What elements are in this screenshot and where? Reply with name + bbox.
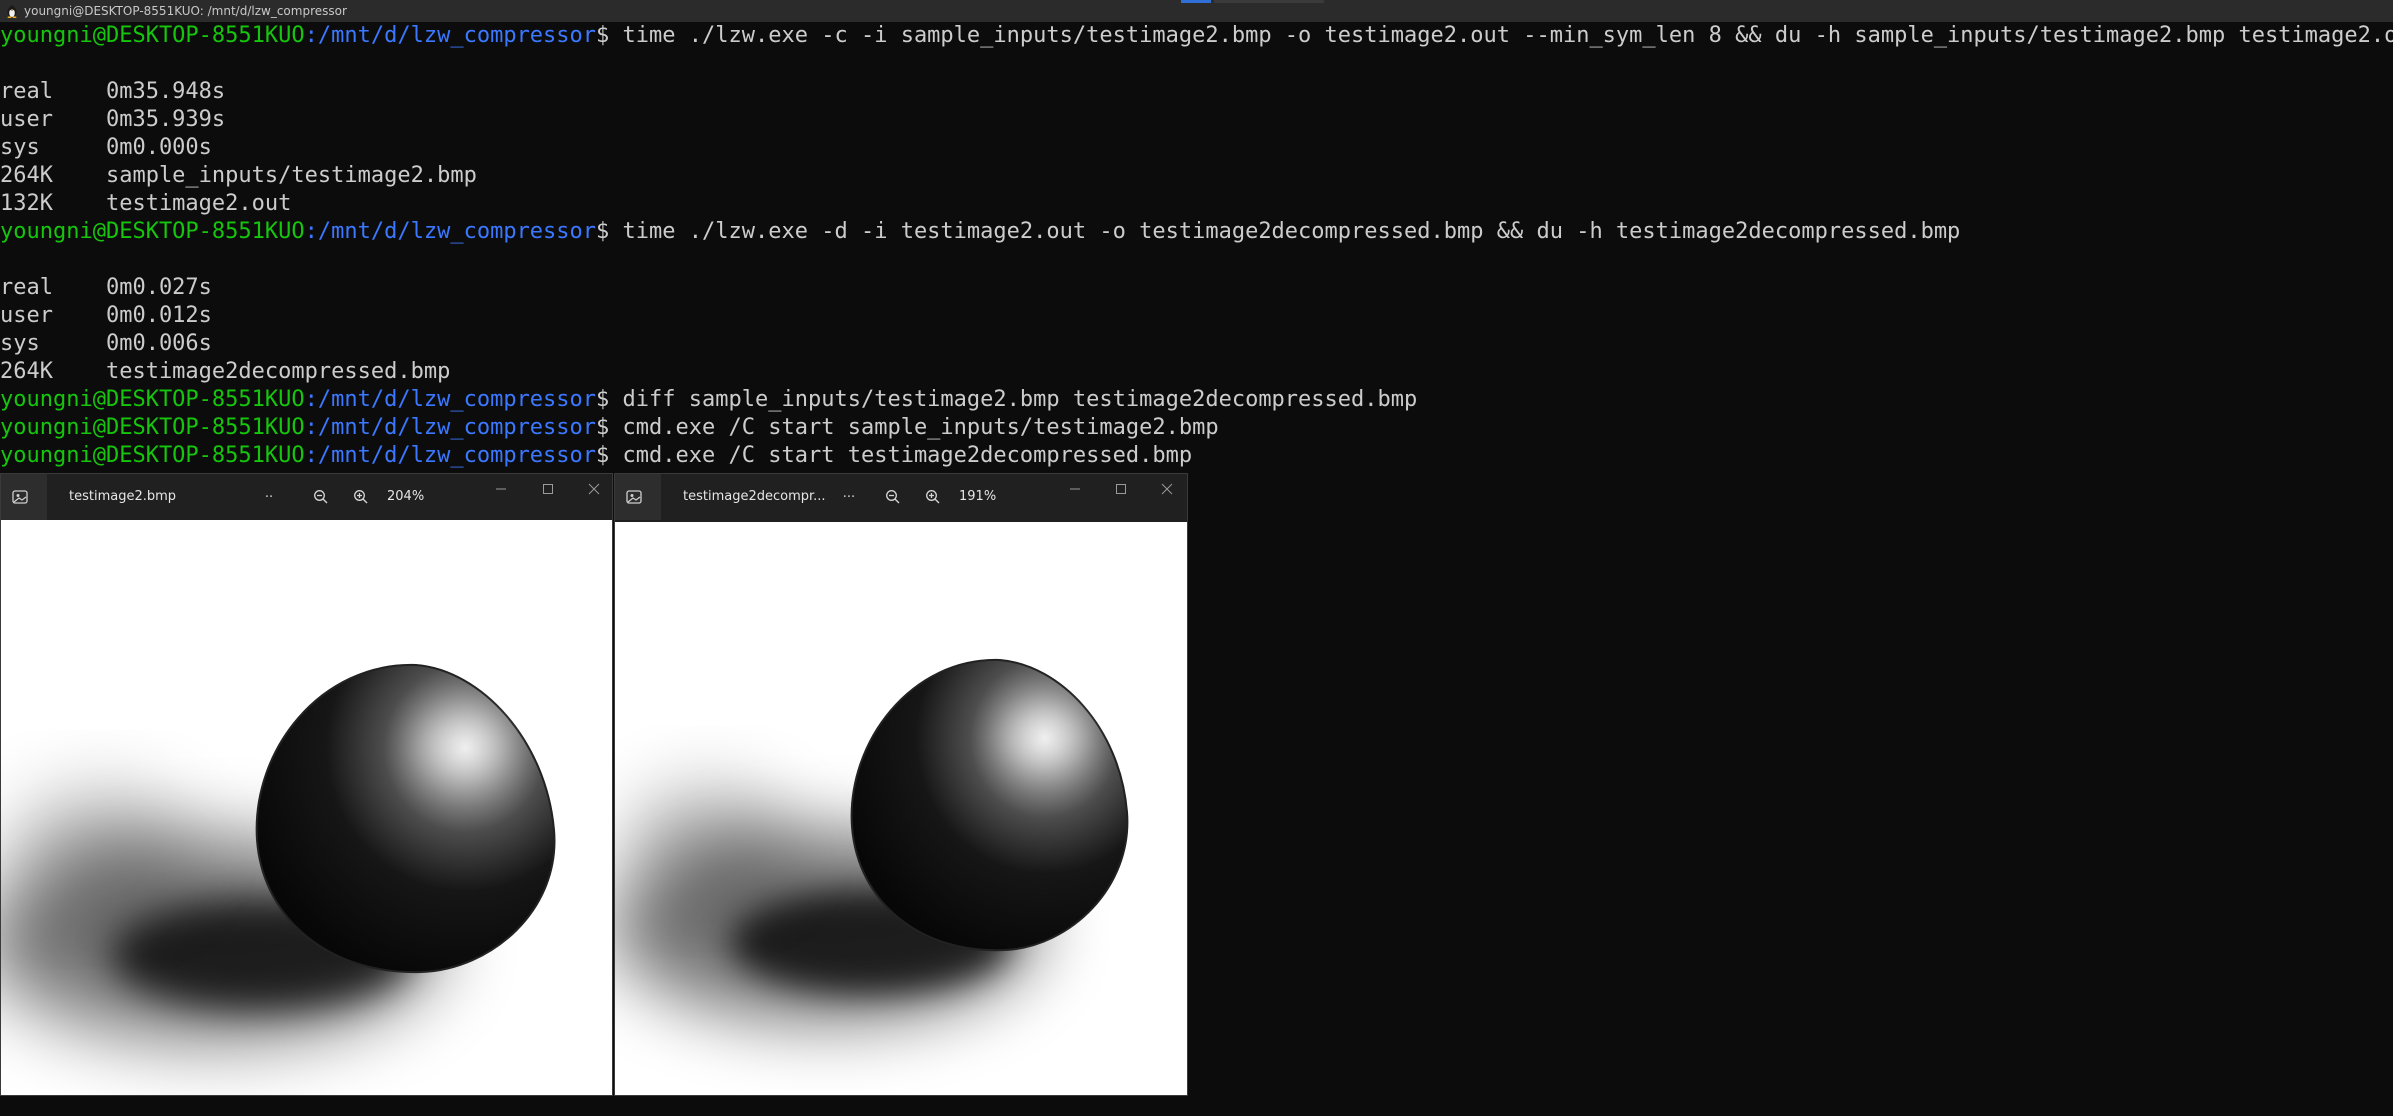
maximize-icon: [1116, 484, 1126, 494]
close-icon: [588, 483, 600, 495]
output-text: 264K testimage2decompressed.bmp: [0, 359, 451, 384]
photos-app-icon: [626, 490, 642, 504]
output-text: 132K testimage2.out: [0, 191, 292, 216]
terminal-output-line: real 0m0.027s: [0, 274, 2393, 302]
command-text: time ./lzw.exe -d -i testimage2.out -o t…: [622, 219, 1961, 244]
minimize-icon: [496, 488, 506, 490]
maximize-button[interactable]: [528, 476, 568, 502]
command-text: cmd.exe /C start sample_inputs/testimage…: [622, 415, 1219, 440]
terminal-output-line: real 0m35.948s: [0, 78, 2393, 106]
zoom-in-icon: [354, 490, 368, 504]
prompt-user-host: youngni@DESKTOP-8551KUO: [0, 387, 305, 412]
prompt-user-host: youngni@DESKTOP-8551KUO: [0, 219, 305, 244]
photo-viewer-window-decompressed[interactable]: testimage2decompr... ··· 191%: [614, 473, 1188, 1096]
output-text: 264K sample_inputs/testimage2.bmp: [0, 163, 477, 188]
command-text: cmd.exe /C start testimage2decompressed.…: [622, 443, 1193, 468]
terminal-prompt-line: youngni@DESKTOP-8551KUO:/mnt/d/lzw_compr…: [0, 218, 2393, 246]
zoom-out-button[interactable]: [879, 484, 907, 510]
window-title: youngni@DESKTOP-8551KUO: /mnt/d/lzw_comp…: [24, 4, 347, 18]
terminal-output-line: 264K testimage2decompressed.bmp: [0, 358, 2393, 386]
sphere-image: [615, 658, 1129, 1022]
zoom-level[interactable]: 204%: [387, 489, 424, 504]
viewer-file-name: testimage2.bmp: [69, 489, 177, 504]
command-text: time ./lzw.exe -c -i sample_inputs/testi…: [622, 23, 2393, 48]
terminal-output-line: sys 0m0.006s: [0, 330, 2393, 358]
terminal-output-line: user 0m0.012s: [0, 302, 2393, 330]
prompt-symbol: $: [596, 387, 623, 412]
more-options-label: ··: [264, 489, 274, 505]
zoom-in-icon: [926, 490, 940, 504]
close-button[interactable]: [574, 476, 614, 502]
prompt-symbol: $: [596, 443, 623, 468]
zoom-in-button[interactable]: [347, 484, 375, 510]
viewer-file-name: testimage2decompr...: [683, 489, 826, 504]
zoom-out-icon: [314, 490, 328, 504]
prompt-path: :/mnt/d/lzw_compressor: [304, 219, 597, 244]
maximize-button[interactable]: [1101, 476, 1141, 502]
viewer-title-bar[interactable]: testimage2.bmp ·· 204%: [1, 474, 612, 520]
prompt-symbol: $: [596, 23, 623, 48]
output-text: sys 0m0.006s: [0, 331, 212, 356]
prompt-path: :/mnt/d/lzw_compressor: [304, 387, 597, 412]
more-options-button[interactable]: ···: [835, 484, 863, 510]
more-options-button[interactable]: ··: [255, 484, 283, 510]
terminal-prompt-line: youngni@DESKTOP-8551KUO:/mnt/d/lzw_compr…: [0, 442, 2393, 470]
maximize-icon: [543, 484, 553, 494]
prompt-user-host: youngni@DESKTOP-8551KUO: [0, 23, 305, 48]
output-text: user 0m0.012s: [0, 303, 212, 328]
zoom-out-button[interactable]: [307, 484, 335, 510]
close-button[interactable]: [1147, 476, 1187, 502]
terminal-title-bar: youngni@DESKTOP-8551KUO: /mnt/d/lzw_comp…: [0, 0, 2393, 22]
terminal-output-line: sys 0m0.000s: [0, 134, 2393, 162]
prompt-user-host: youngni@DESKTOP-8551KUO: [0, 415, 305, 440]
image-canvas[interactable]: [1, 520, 612, 1095]
active-tab-indicator[interactable]: [1181, 0, 1211, 3]
minimize-icon: [1070, 488, 1080, 490]
command-text: diff sample_inputs/testimage2.bmp testim…: [622, 387, 1418, 412]
photo-viewer-window-original[interactable]: testimage2.bmp ·· 204%: [0, 473, 613, 1096]
terminal-prompt-line: youngni@DESKTOP-8551KUO:/mnt/d/lzw_compr…: [0, 386, 2393, 414]
terminal-prompt-line: youngni@DESKTOP-8551KUO:/mnt/d/lzw_compr…: [0, 22, 2393, 50]
output-text: user 0m35.939s: [0, 107, 226, 132]
prompt-path: :/mnt/d/lzw_compressor: [304, 23, 597, 48]
zoom-out-icon: [886, 490, 900, 504]
terminal-prompt-line: youngni@DESKTOP-8551KUO:/mnt/d/lzw_compr…: [0, 414, 2393, 442]
sphere-image: [1, 663, 556, 1040]
tab-strip[interactable]: [1214, 0, 1324, 3]
output-text: real 0m0.027s: [0, 275, 212, 300]
zoom-in-button[interactable]: [919, 484, 947, 510]
linux-penguin-icon: [7, 5, 17, 18]
prompt-path: :/mnt/d/lzw_compressor: [304, 415, 597, 440]
more-options-label: ···: [842, 489, 856, 505]
viewer-title-bar[interactable]: testimage2decompr... ··· 191%: [615, 474, 1187, 520]
prompt-symbol: $: [596, 415, 623, 440]
image-canvas[interactable]: [615, 522, 1187, 1095]
prompt-symbol: $: [596, 219, 623, 244]
output-text: real 0m35.948s: [0, 79, 226, 104]
minimize-button[interactable]: [1055, 476, 1095, 502]
prompt-path: :/mnt/d/lzw_compressor: [304, 443, 597, 468]
photos-app-icon: [12, 490, 28, 504]
close-icon: [1161, 483, 1173, 495]
terminal-output[interactable]: youngni@DESKTOP-8551KUO:/mnt/d/lzw_compr…: [0, 22, 2393, 470]
zoom-level[interactable]: 191%: [959, 489, 996, 504]
output-text: sys 0m0.000s: [0, 135, 212, 160]
terminal-output-line: 264K sample_inputs/testimage2.bmp: [0, 162, 2393, 190]
minimize-button[interactable]: [481, 476, 521, 502]
prompt-user-host: youngni@DESKTOP-8551KUO: [0, 443, 305, 468]
terminal-output-line: 132K testimage2.out: [0, 190, 2393, 218]
terminal-output-line: user 0m35.939s: [0, 106, 2393, 134]
